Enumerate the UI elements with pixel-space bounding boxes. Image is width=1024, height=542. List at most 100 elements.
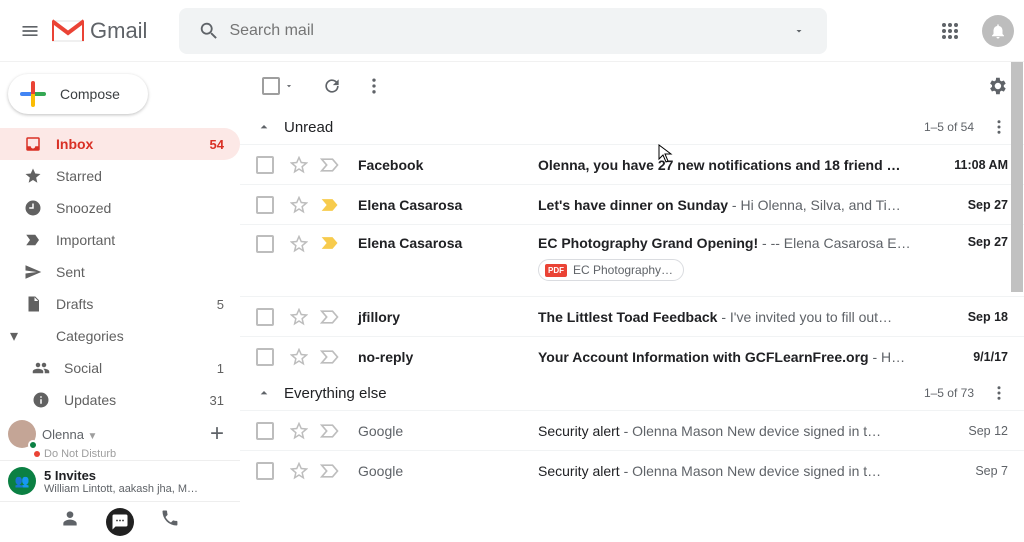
row-checkbox[interactable]	[256, 348, 274, 366]
important-marker[interactable]	[320, 423, 340, 439]
more-vert-icon	[990, 384, 1008, 402]
clock-icon	[24, 199, 56, 217]
toolbar	[240, 62, 1024, 110]
sender: Google	[358, 463, 538, 479]
section-more-button[interactable]	[990, 384, 1008, 402]
email-row[interactable]: GoogleSecurity alert - Olenna Mason New …	[240, 450, 1024, 490]
nav-snoozed[interactable]: Snoozed	[0, 192, 240, 224]
info-icon	[32, 391, 64, 409]
email-row[interactable]: jfilloryThe Littlest Toad Feedback - I'v…	[240, 296, 1024, 336]
hangouts-new-conversation-button[interactable]: +	[210, 420, 232, 448]
date: Sep 27	[928, 198, 1008, 212]
star-button[interactable]	[290, 196, 308, 214]
search-options-dropdown[interactable]	[781, 25, 817, 37]
row-checkbox[interactable]	[256, 422, 274, 440]
date: 9/1/17	[928, 350, 1008, 364]
email-row[interactable]: Elena CasarosaLet's have dinner on Sunda…	[240, 184, 1024, 224]
hangouts-phone-tab[interactable]	[160, 508, 180, 536]
pdf-icon: PDF	[545, 264, 567, 277]
subject: Let's have dinner on Sunday - Hi Olenna,…	[538, 197, 928, 213]
google-apps-button[interactable]	[930, 11, 970, 51]
attachment-chip[interactable]: PDFEC Photography…	[538, 259, 684, 281]
star-button[interactable]	[290, 462, 308, 480]
section-else-header[interactable]: Everything else 1–5 of 73	[240, 376, 1024, 410]
nav-drafts[interactable]: Drafts 5	[0, 288, 240, 320]
important-marker[interactable]	[320, 235, 340, 251]
hangouts-chat-tab[interactable]	[106, 508, 134, 536]
select-dropdown[interactable]	[284, 81, 294, 91]
caret-down-icon	[284, 81, 294, 91]
send-icon	[24, 263, 56, 281]
important-marker[interactable]	[320, 197, 340, 213]
star-button[interactable]	[290, 235, 308, 253]
caret-down-icon	[793, 25, 805, 37]
email-row[interactable]: Elena CasarosaEC Photography Grand Openi…	[240, 224, 1024, 296]
row-checkbox[interactable]	[256, 235, 274, 253]
subject: Olenna, you have 27 new notifications an…	[538, 157, 928, 173]
invite-badge-icon: 👥	[8, 467, 36, 495]
email-row[interactable]: GoogleSecurity alert - Olenna Mason New …	[240, 410, 1024, 450]
chevron-up-icon	[256, 385, 272, 401]
sender: no-reply	[358, 349, 538, 365]
section-unread-header[interactable]: Unread 1–5 of 54	[240, 110, 1024, 144]
date: Sep 12	[928, 424, 1008, 438]
gmail-logo[interactable]: Gmail	[52, 18, 147, 44]
sender: Elena Casarosa	[358, 197, 538, 213]
refresh-icon	[322, 76, 342, 96]
email-row[interactable]: FacebookOlenna, you have 27 new notifica…	[240, 144, 1024, 184]
caret-down-icon: ▼	[88, 431, 98, 442]
important-marker[interactable]	[320, 463, 340, 479]
star-button[interactable]	[290, 422, 308, 440]
search-icon	[189, 20, 229, 42]
subject: Security alert - Olenna Mason New device…	[538, 423, 928, 439]
compose-button[interactable]: Compose	[8, 74, 148, 114]
nav-inbox[interactable]: Inbox 54	[0, 128, 240, 160]
notifications-button[interactable]	[982, 15, 1014, 47]
search-input[interactable]	[229, 22, 781, 40]
hangouts-invites[interactable]: 👥 5 Invites William Lintott, aakash jha,…	[0, 460, 240, 501]
phone-icon	[160, 508, 180, 528]
nav-categories[interactable]: ▾ Categories	[0, 320, 240, 352]
row-checkbox[interactable]	[256, 156, 274, 174]
caret-down-icon: ▾	[10, 326, 24, 346]
section-title: Everything else	[284, 385, 387, 402]
important-marker[interactable]	[320, 349, 340, 365]
star-button[interactable]	[290, 308, 308, 326]
important-marker[interactable]	[320, 157, 340, 173]
nav-label: Inbox	[56, 136, 210, 152]
nav-social[interactable]: Social 1	[0, 352, 240, 384]
row-checkbox[interactable]	[256, 462, 274, 480]
hangouts-contacts-tab[interactable]	[60, 508, 80, 536]
hangouts-user-row[interactable]: Olenna ▼ +	[0, 416, 240, 450]
inbox-icon	[24, 135, 56, 153]
more-vert-icon	[364, 76, 384, 96]
person-icon	[60, 508, 80, 528]
sidebar: Compose Inbox 54 Starred Snoozed Importa…	[0, 62, 240, 542]
important-marker[interactable]	[320, 309, 340, 325]
row-checkbox[interactable]	[256, 308, 274, 326]
nav-sent[interactable]: Sent	[0, 256, 240, 288]
section-more-button[interactable]	[990, 118, 1008, 136]
select-all-checkbox[interactable]	[262, 77, 280, 95]
row-checkbox[interactable]	[256, 196, 274, 214]
hamburger-icon	[20, 21, 40, 41]
chat-icon	[111, 513, 129, 531]
user-avatar	[8, 420, 36, 448]
nav-updates[interactable]: Updates 31	[0, 384, 240, 416]
nav-starred[interactable]: Starred	[0, 160, 240, 192]
star-button[interactable]	[290, 348, 308, 366]
section-title: Unread	[284, 119, 333, 136]
hamburger-menu-button[interactable]	[10, 11, 50, 51]
sender: Google	[358, 423, 538, 439]
nav-important[interactable]: Important	[0, 224, 240, 256]
settings-button[interactable]	[986, 75, 1008, 97]
more-button[interactable]	[364, 76, 384, 96]
sender: Facebook	[358, 157, 538, 173]
search-bar[interactable]	[179, 8, 827, 54]
scrollbar-thumb[interactable]	[1011, 62, 1023, 292]
refresh-button[interactable]	[322, 76, 342, 96]
section-range: 1–5 of 73	[924, 386, 974, 400]
hangouts-panel: Olenna ▼ + Do Not Disturb 👥 5 Invites Wi…	[0, 416, 240, 542]
email-row[interactable]: no-replyYour Account Information with GC…	[240, 336, 1024, 376]
star-button[interactable]	[290, 156, 308, 174]
